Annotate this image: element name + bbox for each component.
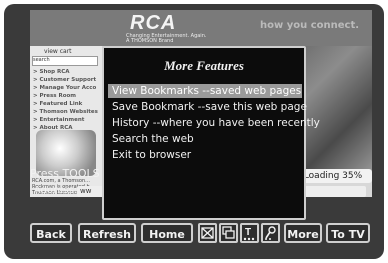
close-window-button[interactable] — [198, 223, 217, 243]
text-size-button[interactable]: T — [240, 223, 259, 243]
sidebar-nav: > Shop RCA > Customer Support > Manage Y… — [33, 68, 98, 132]
sidebar-link-entertainment[interactable]: > Entertainment — [33, 116, 98, 124]
refresh-button[interactable]: Refresh — [78, 223, 136, 243]
text-size-icon: T — [243, 227, 255, 241]
header-slogan: how you connect. — [260, 20, 360, 31]
find-button[interactable] — [261, 223, 280, 243]
menu-title: More Features — [164, 58, 244, 73]
search-key-icon — [265, 226, 276, 240]
tagline-sub: A THOMSON Brand — [126, 38, 174, 44]
sidebar-link-featured[interactable]: > Featured Link — [33, 100, 98, 108]
tv-browser-screen: RCA Changing Entertainment. Again. A THO… — [4, 4, 384, 259]
rca-logo[interactable]: RCA — [130, 12, 176, 35]
to-tv-button[interactable]: To TV — [326, 223, 370, 243]
site-tagline: Changing Entertainment. Again. A THOMSON… — [126, 34, 206, 44]
site-search-input[interactable]: search — [32, 56, 98, 66]
menu-item-history[interactable]: History --where you have been recently — [108, 116, 320, 130]
close-window-icon — [201, 227, 214, 239]
sidebar-link-support[interactable]: > Customer Support — [33, 76, 98, 84]
status-hint: Press TOOLS — [30, 167, 100, 180]
home-button[interactable]: Home — [141, 223, 193, 243]
menu-item-save-bookmark[interactable]: Save Bookmark --save this web page — [108, 100, 307, 114]
sidebar-link-shop[interactable]: > Shop RCA — [33, 68, 98, 76]
more-features-menu: More Features View Bookmarks --saved web… — [102, 46, 320, 220]
menu-item-view-bookmarks[interactable]: View Bookmarks --saved web pages — [108, 84, 302, 98]
address-label: Address: — [34, 185, 78, 196]
sidebar-link-manage-account[interactable]: > Manage Your Acco — [33, 84, 98, 92]
view-cart-link[interactable]: view cart — [44, 48, 72, 55]
back-button[interactable]: Back — [30, 223, 72, 243]
svg-text:T: T — [245, 227, 251, 238]
windows-button[interactable] — [219, 223, 238, 243]
menu-item-exit-browser[interactable]: Exit to browser — [108, 148, 302, 162]
sidebar-link-press[interactable]: > Press Room — [33, 92, 98, 100]
site-header: RCA Changing Entertainment. Again. A THO… — [30, 10, 372, 46]
windows-icon — [222, 226, 235, 239]
more-button[interactable]: More — [284, 223, 322, 243]
menu-item-search-web[interactable]: Search the web — [108, 132, 302, 146]
sidebar-link-thomson[interactable]: > Thomson Websites — [33, 108, 98, 116]
